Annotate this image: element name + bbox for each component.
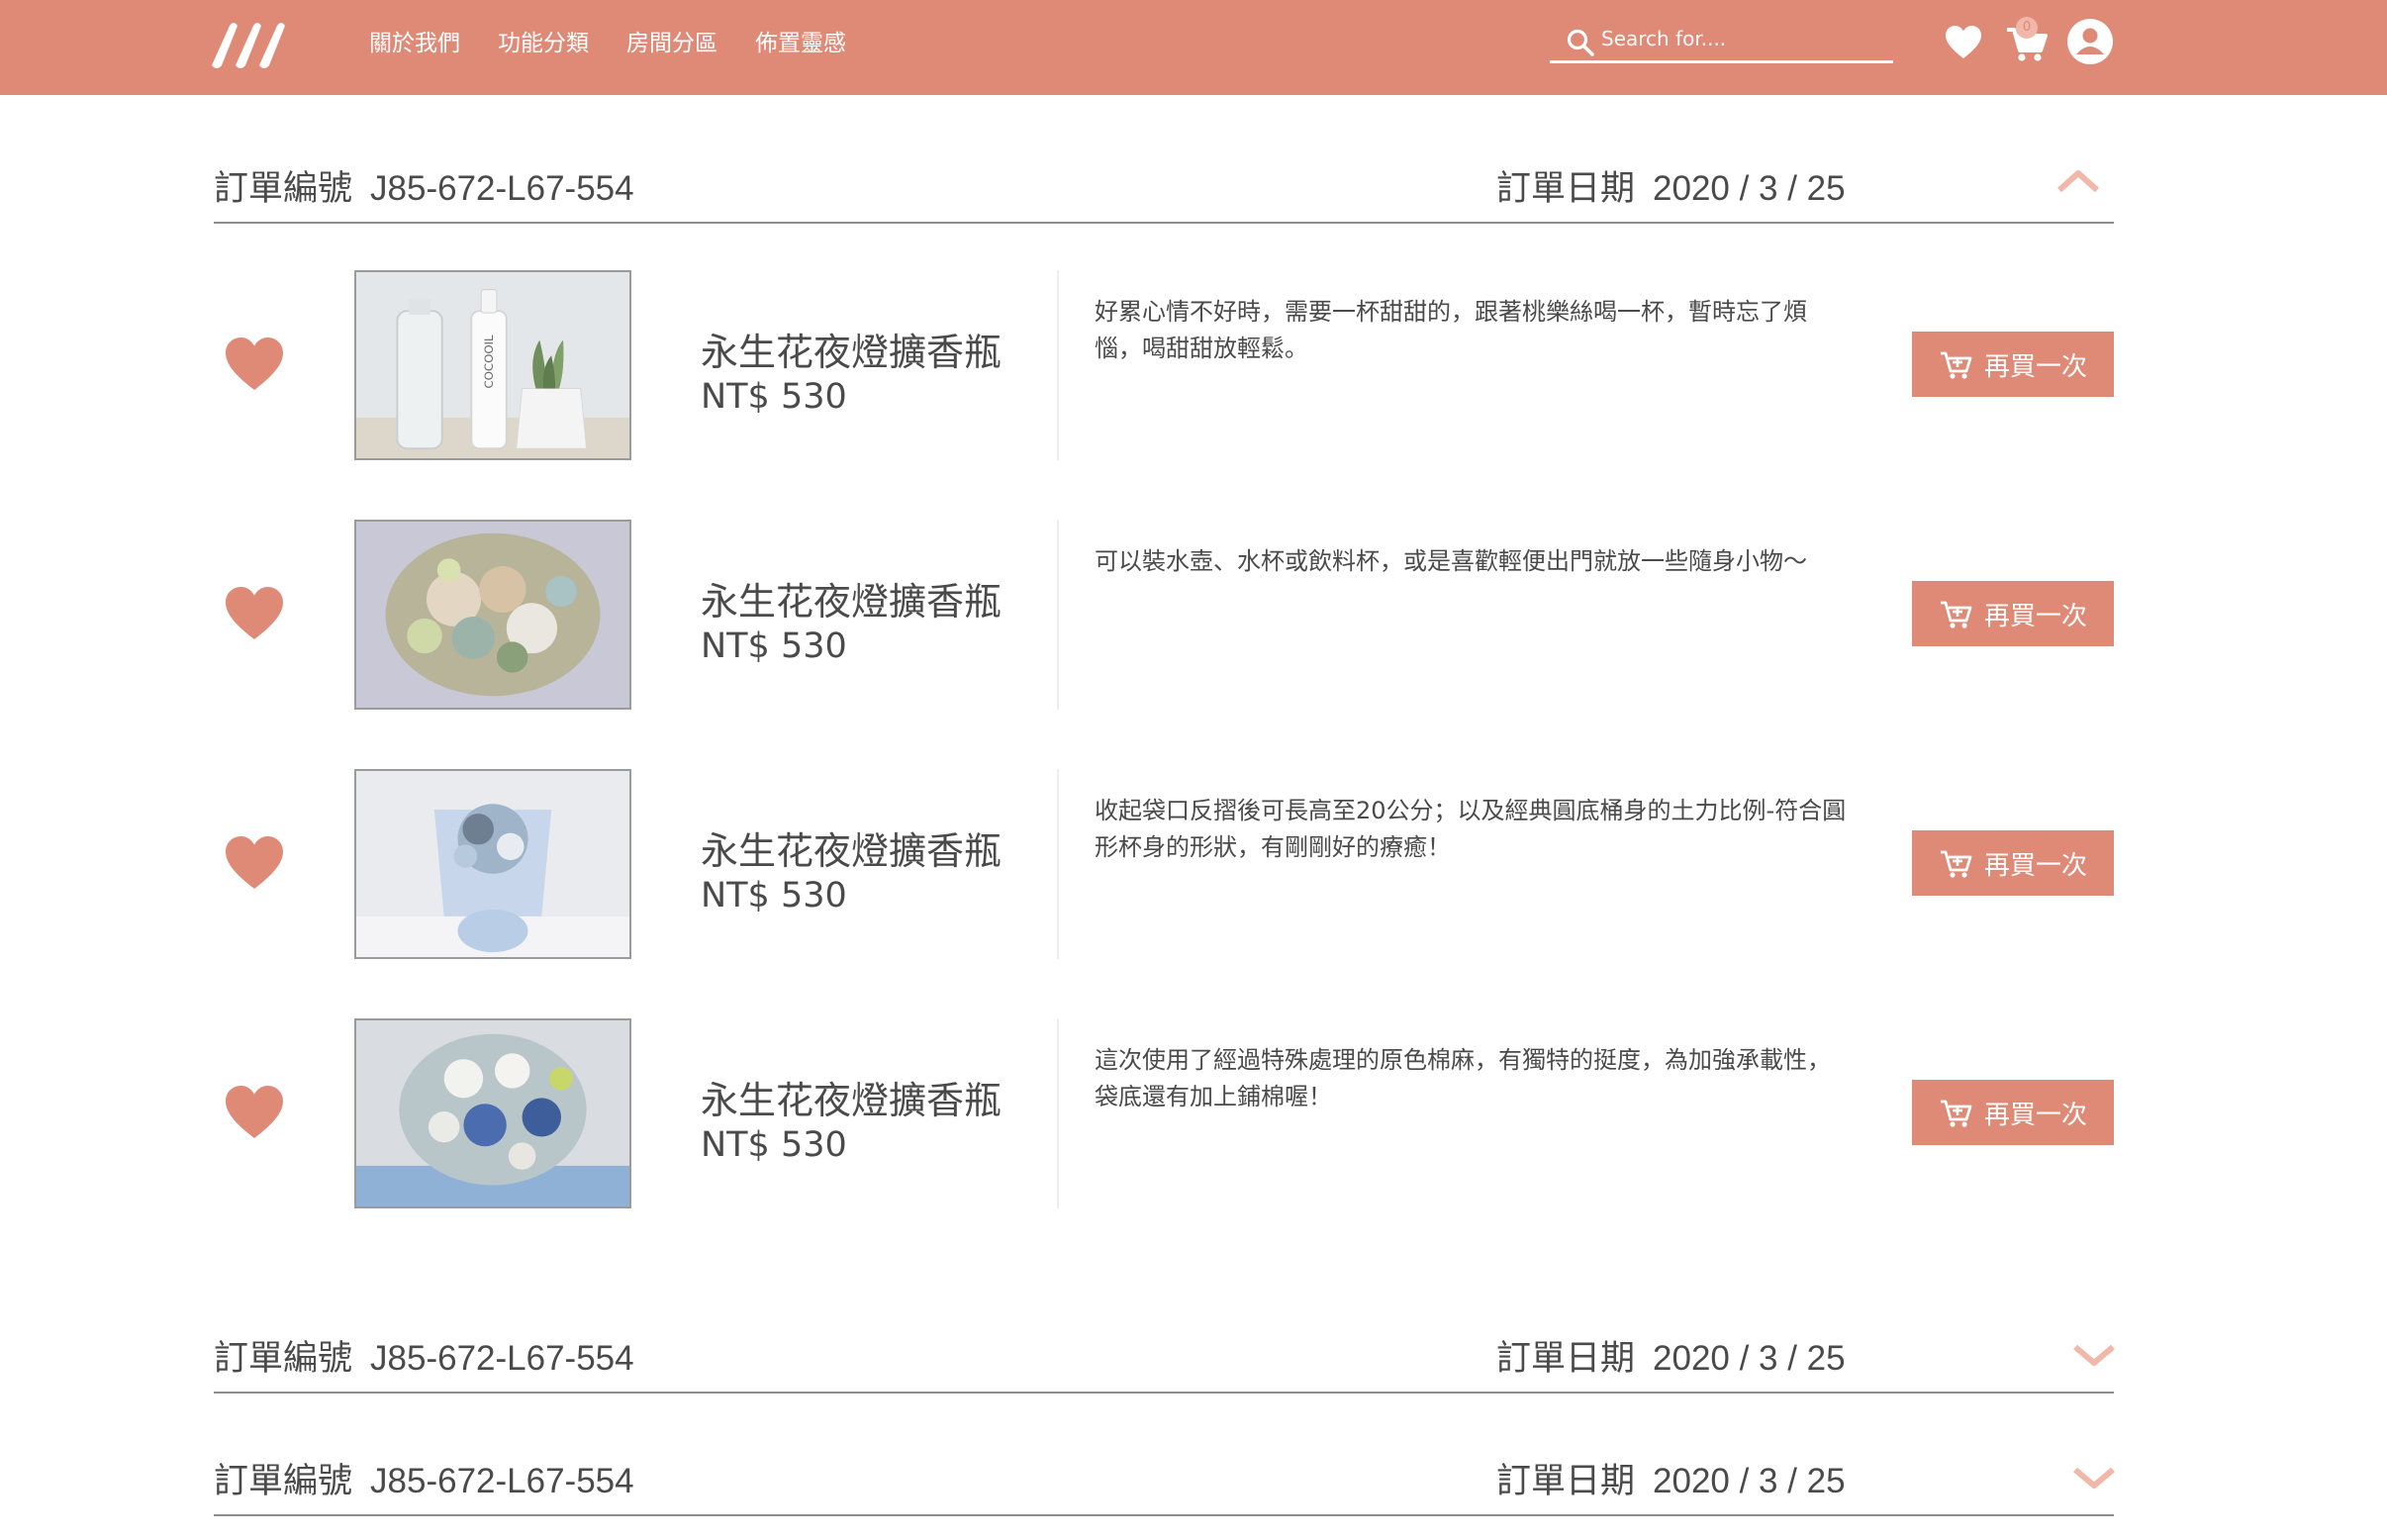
product-price: NT$ 530	[701, 626, 847, 666]
product-price: NT$ 530	[701, 876, 847, 915]
rebuy-button[interactable]: 再買一次	[1912, 1080, 2114, 1145]
main-nav: 關於我們 功能分類 房間分區 佈置靈感	[369, 27, 884, 60]
rebuy-button[interactable]: 再買一次	[1912, 332, 2114, 397]
search-input[interactable]	[1601, 24, 1884, 53]
wishlist-heart-icon[interactable]	[1945, 25, 1982, 60]
rebuy-label: 再買一次	[1983, 601, 2087, 631]
cart-count-badge: 0	[2016, 17, 2038, 39]
favorite-heart-icon[interactable]	[224, 1084, 285, 1141]
product-description: 好累心情不好時，需要一杯甜甜的，跟著桃樂絲喝一杯，暫時忘了煩惱，喝甜甜放輕鬆。	[1095, 298, 1807, 362]
nav-item-about[interactable]: 關於我們	[369, 27, 460, 60]
chevron-up-icon[interactable]	[2056, 168, 2100, 194]
order-number-value: J85-672-L67-554	[370, 1339, 634, 1378]
nav-item-rooms[interactable]: 房間分區	[626, 27, 717, 60]
product-price: NT$ 530	[701, 377, 847, 417]
column-divider	[1057, 769, 1059, 959]
order-item: COCOOIL 永生花夜燈擴香瓶 NT$ 530 好累心情不好時，需要一杯甜甜的…	[214, 270, 2114, 464]
product-name[interactable]: 永生花夜燈擴香瓶	[701, 571, 1002, 626]
order-number-group: 訂單編號 J85-672-L67-554	[214, 1330, 634, 1381]
product-name[interactable]: 永生花夜燈擴香瓶	[701, 1070, 1002, 1124]
order-date-label: 訂單日期	[1496, 1462, 1636, 1501]
order-number-label: 訂單編號	[214, 169, 353, 209]
order-item: 永生花夜燈擴香瓶 NT$ 530 可以裝水壺、水杯或飲料杯，或是喜歡輕便出門就放…	[214, 520, 2114, 714]
search-bar	[1550, 18, 1893, 63]
favorite-heart-icon[interactable]	[224, 834, 285, 892]
column-divider	[1057, 1018, 1059, 1208]
order-item: 永生花夜燈擴香瓶 NT$ 530 收起袋口反摺後可長高至20公分；以及經典圓底桶…	[214, 769, 2114, 963]
product-image[interactable]	[354, 520, 631, 710]
user-avatar[interactable]	[2067, 19, 2113, 64]
order-number-value: J85-672-L67-554	[370, 169, 634, 208]
order-number-label: 訂單編號	[214, 1339, 353, 1379]
order-date-value: 2020 / 3 / 25	[1653, 1339, 1846, 1378]
rebuy-label: 再買一次	[1983, 850, 2087, 881]
product-description: 收起袋口反摺後可長高至20公分；以及經典圓底桶身的土力比例-符合圓形杯身的形狀，…	[1095, 797, 1847, 861]
product-price: NT$ 530	[701, 1125, 847, 1165]
order-item: 永生花夜燈擴香瓶 NT$ 530 這次使用了經過特殊處理的原色棉麻，有獨特的挺度…	[214, 1018, 2114, 1212]
order-number-group: 訂單編號 J85-672-L67-554	[214, 160, 634, 211]
search-icon[interactable]	[1566, 28, 1595, 57]
order-date-value: 2020 / 3 / 25	[1653, 1462, 1846, 1500]
order-number-value: J85-672-L67-554	[370, 1462, 634, 1500]
cart-add-icon	[1940, 1100, 1972, 1127]
order-header[interactable]: 訂單編號 J85-672-L67-554 訂單日期 2020 / 3 / 25	[214, 1318, 2116, 1394]
nav-item-categories[interactable]: 功能分類	[498, 27, 589, 60]
user-icon	[2076, 28, 2104, 54]
cart-add-icon	[1940, 351, 1972, 379]
brand-logo[interactable]	[210, 20, 287, 69]
favorite-heart-icon[interactable]	[224, 336, 285, 393]
order-date-value: 2020 / 3 / 25	[1653, 169, 1846, 208]
order-date-group: 訂單日期 2020 / 3 / 25	[1496, 1330, 1846, 1381]
product-image[interactable]	[354, 769, 631, 959]
order-header[interactable]: 訂單編號 J85-672-L67-554 訂單日期 2020 / 3 / 25	[214, 1441, 2116, 1516]
cart-add-icon	[1940, 850, 1972, 878]
order-date-label: 訂單日期	[1496, 169, 1636, 209]
order-number-label: 訂單編號	[214, 1462, 353, 1501]
order-date-group: 訂單日期 2020 / 3 / 25	[1496, 160, 1846, 211]
order-number-group: 訂單編號 J85-672-L67-554	[214, 1453, 634, 1503]
column-divider	[1057, 520, 1059, 710]
rebuy-button[interactable]: 再買一次	[1912, 830, 2114, 896]
chevron-down-icon[interactable]	[2072, 1465, 2116, 1491]
cart-add-icon	[1940, 601, 1972, 628]
bottle-brand-text: COCOOIL	[482, 335, 496, 389]
product-image[interactable]	[354, 1018, 631, 1208]
product-image[interactable]: COCOOIL	[354, 270, 631, 460]
favorite-heart-icon[interactable]	[224, 585, 285, 642]
product-name[interactable]: 永生花夜燈擴香瓶	[701, 322, 1002, 376]
top-navigation-bar: 關於我們 功能分類 房間分區 佈置靈感 0	[0, 0, 2387, 95]
rebuy-button[interactable]: 再買一次	[1912, 581, 2114, 646]
rebuy-label: 再買一次	[1983, 351, 2087, 382]
nav-item-inspiration[interactable]: 佈置靈感	[755, 27, 846, 60]
chevron-down-icon[interactable]	[2072, 1342, 2116, 1368]
order-date-group: 訂單日期 2020 / 3 / 25	[1496, 1453, 1846, 1503]
product-name[interactable]: 永生花夜燈擴香瓶	[701, 820, 1002, 875]
column-divider	[1057, 270, 1059, 460]
product-description: 可以裝水壺、水杯或飲料杯，或是喜歡輕便出門就放一些隨身小物～	[1095, 547, 1807, 575]
order-date-label: 訂單日期	[1496, 1339, 1636, 1379]
rebuy-label: 再買一次	[1983, 1100, 2087, 1130]
product-description: 這次使用了經過特殊處理的原色棉麻，有獨特的挺度，為加強承載性，袋底還有加上鋪棉喔…	[1095, 1046, 1831, 1110]
order-header[interactable]: 訂單編號 J85-672-L67-554 訂單日期 2020 / 3 / 25	[214, 148, 2114, 224]
